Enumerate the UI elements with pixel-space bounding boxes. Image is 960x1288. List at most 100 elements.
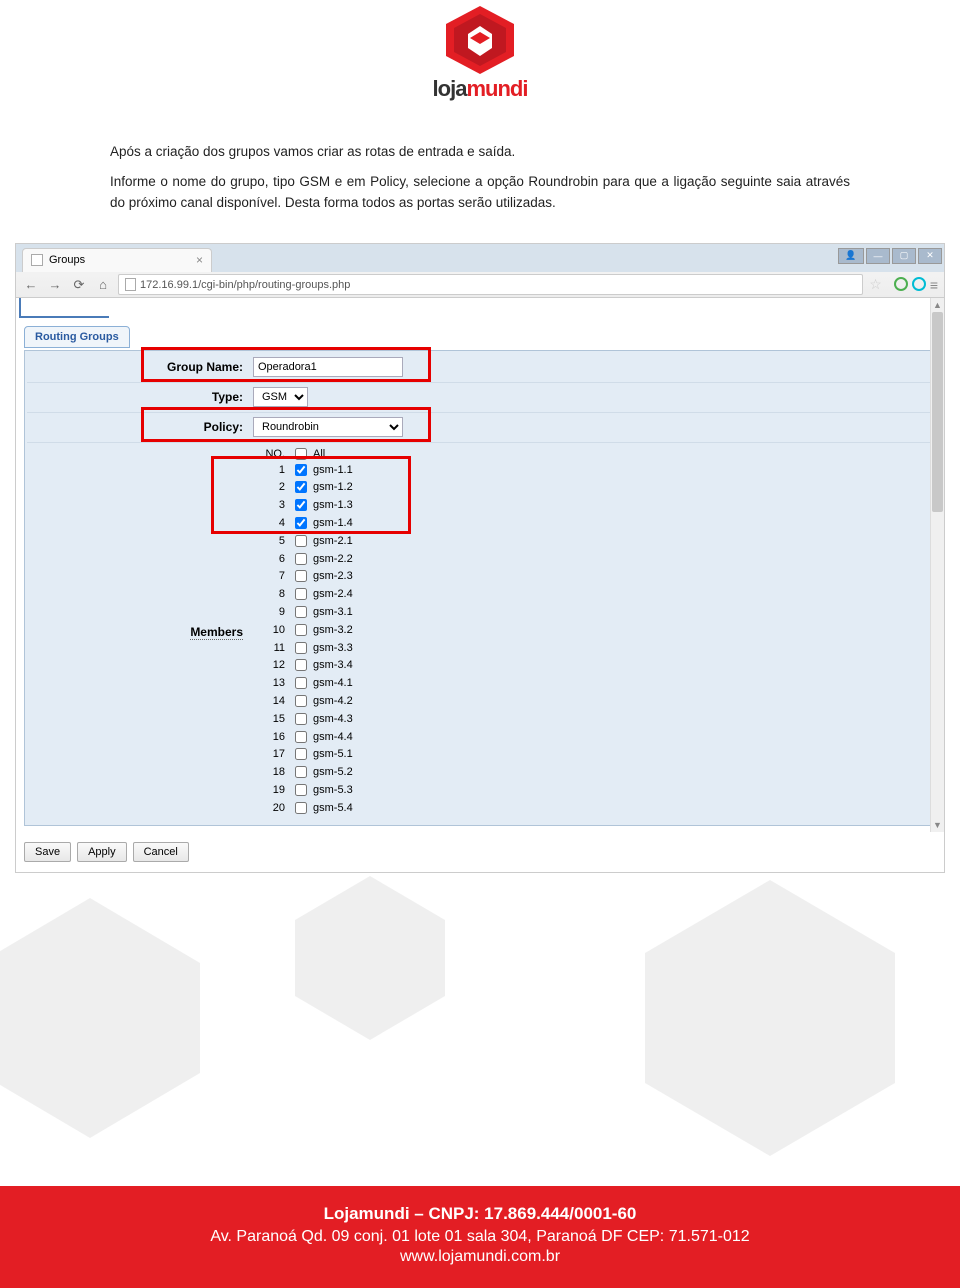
- routing-groups-tab[interactable]: Routing Groups: [24, 326, 130, 348]
- favicon-icon: [31, 254, 43, 266]
- member-row: 12 gsm-3.4: [253, 657, 933, 675]
- bg-hex-1: [0, 888, 220, 1148]
- member-no: 14: [253, 695, 295, 707]
- member-checkbox[interactable]: [295, 624, 307, 636]
- scroll-up-icon[interactable]: ▲: [931, 298, 944, 312]
- extension-icon-2[interactable]: [912, 277, 926, 291]
- member-name: gsm-4.2: [311, 695, 353, 707]
- all-label: All: [311, 448, 325, 460]
- member-row: 20gsm-5.4: [253, 799, 933, 817]
- member-checkbox[interactable]: [295, 553, 307, 565]
- member-checkbox[interactable]: [295, 695, 307, 707]
- member-checkbox[interactable]: [295, 481, 307, 493]
- member-checkbox[interactable]: [295, 677, 307, 689]
- member-checkbox[interactable]: [295, 499, 307, 511]
- member-name: gsm-1.3: [311, 499, 353, 511]
- member-row: 2gsm-1.2: [253, 479, 933, 497]
- close-tab-icon[interactable]: ×: [196, 253, 203, 267]
- reload-button[interactable]: ⟳: [70, 276, 88, 294]
- minimize-button[interactable]: —: [866, 248, 890, 264]
- member-name: gsm-3.3: [311, 642, 353, 654]
- member-name: gsm-2.2: [311, 553, 353, 565]
- form-panel: Group Name: Type: GSM Policy: Roundrobin: [24, 350, 936, 826]
- member-name: gsm-2.1: [311, 535, 353, 547]
- member-no: 10: [253, 624, 295, 636]
- type-label: Type:: [27, 390, 253, 404]
- user-icon[interactable]: 👤: [838, 248, 864, 264]
- member-name: gsm-5.3: [311, 784, 353, 796]
- member-checkbox[interactable]: [295, 748, 307, 760]
- member-row: 13gsm-4.1: [253, 674, 933, 692]
- member-row: 19gsm-5.3: [253, 781, 933, 799]
- member-row: 14 gsm-4.2: [253, 692, 933, 710]
- type-select[interactable]: GSM: [253, 387, 308, 407]
- member-name: gsm-2.4: [311, 588, 353, 600]
- footer-line3: www.lojamundi.com.br: [0, 1248, 960, 1266]
- member-checkbox[interactable]: [295, 731, 307, 743]
- member-checkbox[interactable]: [295, 570, 307, 582]
- group-name-label: Group Name:: [27, 360, 253, 374]
- member-no: 3: [253, 499, 295, 511]
- apply-button[interactable]: Apply: [77, 842, 127, 862]
- cancel-button[interactable]: Cancel: [133, 842, 189, 862]
- member-checkbox[interactable]: [295, 535, 307, 547]
- row-type: Type: GSM: [27, 383, 933, 413]
- member-checkbox[interactable]: [295, 802, 307, 814]
- all-checkbox[interactable]: [295, 448, 307, 460]
- member-row: 18gsm-5.2: [253, 763, 933, 781]
- browser-tab[interactable]: Groups ×: [22, 248, 212, 272]
- paragraph-2: Informe o nome do grupo, tipo GSM e em P…: [110, 172, 850, 213]
- member-no: 5: [253, 535, 295, 547]
- menu-icon[interactable]: ≡: [930, 277, 938, 293]
- member-no: 1: [253, 464, 295, 476]
- member-checkbox[interactable]: [295, 659, 307, 671]
- policy-select[interactable]: Roundrobin: [253, 417, 403, 437]
- home-button[interactable]: ⌂: [94, 276, 112, 294]
- member-row: 11 gsm-3.3: [253, 639, 933, 657]
- browser-chrome: 👤 — ▢ ✕ Groups × ← → ⟳ ⌂ 172.16.99.1/cgi…: [16, 244, 944, 298]
- members-label: Members: [190, 625, 243, 640]
- page-content: Routing Groups Group Name: Type: GSM Po: [16, 298, 944, 872]
- member-no: 12: [253, 659, 295, 671]
- bookmark-icon[interactable]: ☆: [869, 276, 882, 293]
- member-checkbox[interactable]: [295, 642, 307, 654]
- member-checkbox[interactable]: [295, 784, 307, 796]
- instructions: Após a criação dos grupos vamos criar as…: [0, 102, 960, 243]
- extension-icon-1[interactable]: [894, 277, 908, 291]
- member-no: 9: [253, 606, 295, 618]
- url-input[interactable]: 172.16.99.1/cgi-bin/php/routing-groups.p…: [118, 274, 863, 295]
- member-no: 13: [253, 677, 295, 689]
- logo-header: lojamundi: [0, 0, 960, 102]
- member-checkbox[interactable]: [295, 766, 307, 778]
- member-checkbox[interactable]: [295, 588, 307, 600]
- member-checkbox[interactable]: [295, 713, 307, 725]
- scrollbar[interactable]: ▲ ▼: [930, 298, 944, 832]
- footer: Lojamundi – CNPJ: 17.869.444/0001-60 Av.…: [0, 1170, 960, 1288]
- member-no: 18: [253, 766, 295, 778]
- member-name: gsm-5.1: [311, 748, 353, 760]
- member-checkbox[interactable]: [295, 464, 307, 476]
- group-name-input[interactable]: [253, 357, 403, 377]
- close-window-button[interactable]: ✕: [918, 248, 942, 264]
- scroll-thumb[interactable]: [932, 312, 943, 512]
- member-checkbox[interactable]: [295, 606, 307, 618]
- member-row: 9gsm-3.1: [253, 603, 933, 621]
- logo-hex-icon: [440, 4, 520, 74]
- no-header: NO.: [253, 448, 295, 460]
- member-no: 11: [253, 642, 295, 654]
- back-button[interactable]: ←: [22, 276, 40, 294]
- scroll-down-icon[interactable]: ▼: [931, 818, 944, 832]
- member-row: 6gsm-2.2: [253, 550, 933, 568]
- member-name: gsm-3.4: [311, 659, 353, 671]
- member-row: 4gsm-1.4: [253, 514, 933, 532]
- save-button[interactable]: Save: [24, 842, 71, 862]
- maximize-button[interactable]: ▢: [892, 248, 916, 264]
- paragraph-1: Após a criação dos grupos vamos criar as…: [110, 142, 850, 162]
- member-checkbox[interactable]: [295, 517, 307, 529]
- browser-screenshot: 👤 — ▢ ✕ Groups × ← → ⟳ ⌂ 172.16.99.1/cgi…: [15, 243, 945, 873]
- row-policy: Policy: Roundrobin: [27, 413, 933, 443]
- forward-button[interactable]: →: [46, 276, 64, 294]
- member-name: gsm-1.1: [311, 464, 353, 476]
- member-no: 7: [253, 570, 295, 582]
- member-name: gsm-4.3: [311, 713, 353, 725]
